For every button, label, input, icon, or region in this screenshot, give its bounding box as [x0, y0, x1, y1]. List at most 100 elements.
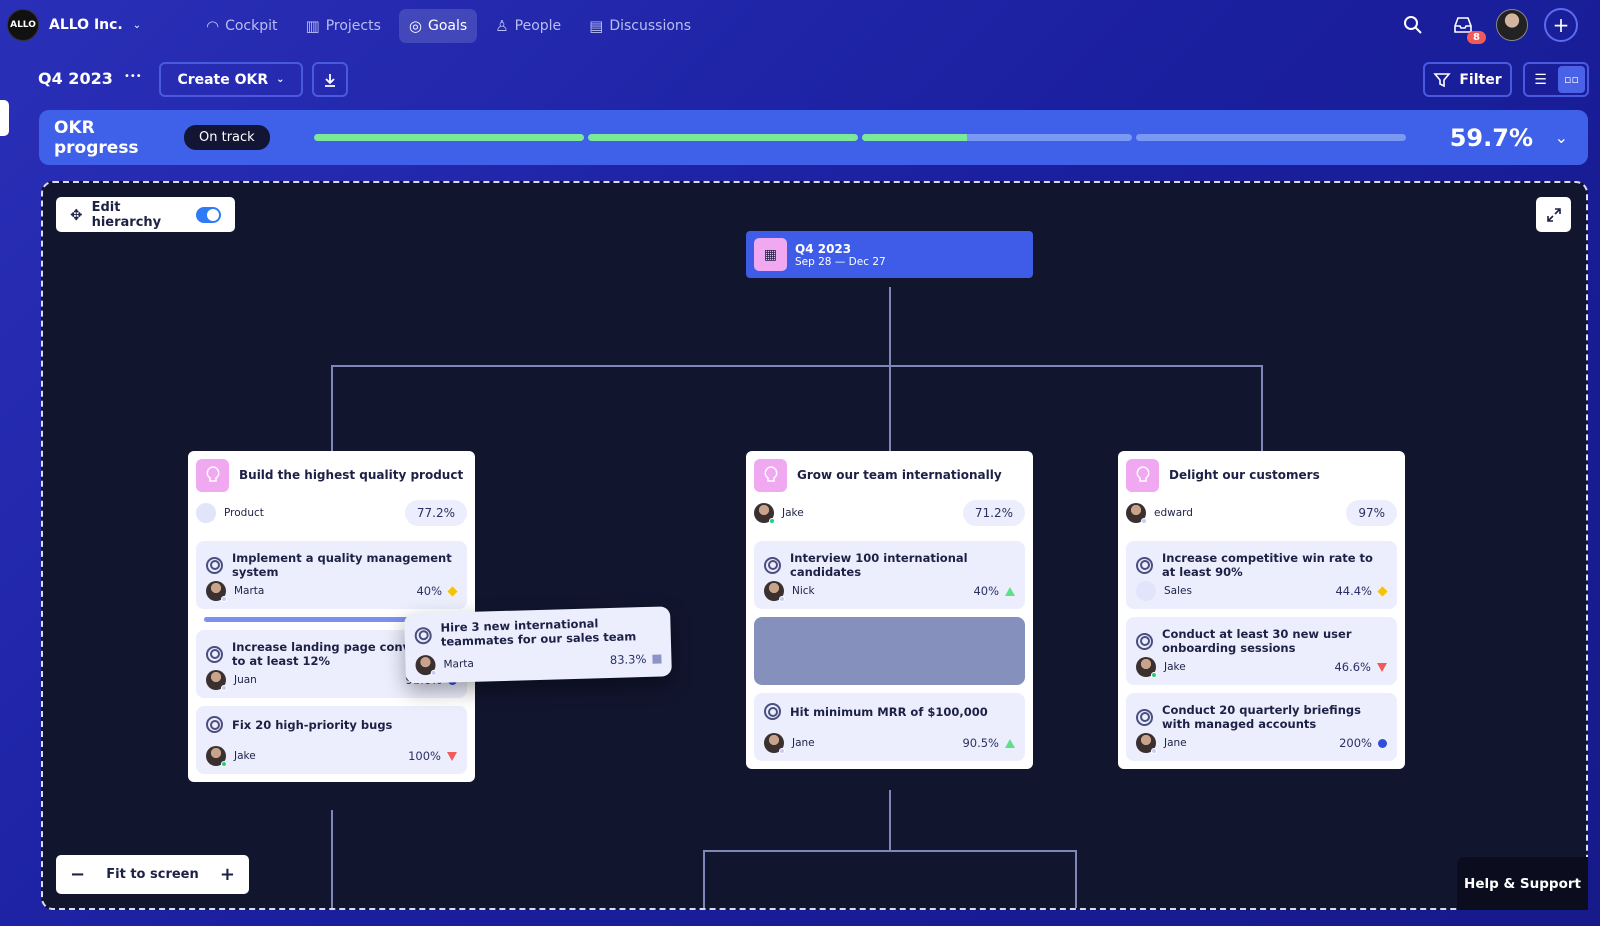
- main-nav: ◠ Cockpit ▥ Projects ◎ Goals ♙ People ▤ Discussio…: [196, 8, 709, 44]
- zoom-out-button[interactable]: −: [70, 864, 85, 885]
- avatar: [1136, 733, 1157, 754]
- avatar: [1136, 657, 1157, 678]
- kr-percent: 40%: [973, 584, 999, 598]
- okr-progress-label: OKR progress: [54, 117, 139, 158]
- okr-progress-bar[interactable]: OKR progress On track 59.7% ⌄: [39, 110, 1588, 165]
- dragged-key-result[interactable]: Hire 3 new international teammates for o…: [404, 606, 672, 684]
- avatar: [415, 654, 437, 677]
- kr-percent: 44.4%: [1335, 584, 1372, 598]
- kr-owner: Marta: [234, 585, 265, 597]
- avatar: [206, 670, 227, 691]
- nav-label: People: [514, 18, 562, 34]
- gauge-icon: ◠: [206, 17, 220, 35]
- objective-percent: 71.2%: [962, 500, 1025, 526]
- kr-title: Interview 100 international candidates: [790, 551, 968, 579]
- period-title: Q4 2023: [38, 69, 113, 88]
- kr-title: Increase competitive win rate to at leas…: [1162, 551, 1373, 579]
- key-result[interactable]: Conduct at least 30 new user onboarding …: [1126, 617, 1397, 685]
- edit-hierarchy-toggle[interactable]: [196, 206, 221, 223]
- chevron-down-icon: ⌄: [276, 74, 285, 85]
- target-icon: [764, 703, 781, 720]
- objective-owner: edward: [1154, 507, 1193, 519]
- create-okr-label: Create OKR: [177, 71, 269, 88]
- status-triangle-down-icon: [447, 751, 457, 761]
- tree-view-icon[interactable]: ▫▫: [1558, 66, 1585, 93]
- filter-label: Filter: [1459, 71, 1502, 88]
- org-switcher[interactable]: ALLO ALLO Inc. ⌄: [7, 9, 141, 41]
- kr-owner: Nick: [792, 585, 815, 597]
- root-period-node[interactable]: ▦ Q4 2023 Sep 28 — Dec 27: [746, 231, 1033, 278]
- filter-icon: [1433, 72, 1452, 87]
- kr-percent: 46.6%: [1334, 660, 1371, 674]
- calendar-icon: ▦: [754, 238, 787, 271]
- key-result[interactable]: Hit minimum MRR of $100,000 Jane 90.5%: [754, 693, 1025, 761]
- team-icon: [1136, 581, 1156, 601]
- zoom-controls: − Fit to screen +: [56, 855, 249, 894]
- org-logo: ALLO: [7, 9, 39, 41]
- key-result[interactable]: Fix 20 high-priority bugs Jake 100%: [196, 706, 467, 774]
- download-button[interactable]: [312, 62, 348, 97]
- key-result[interactable]: Conduct 20 quarterly briefings with mana…: [1126, 693, 1397, 761]
- target-icon: [764, 556, 781, 574]
- status-square-icon: [652, 654, 662, 664]
- key-result[interactable]: Interview 100 international candidates N…: [754, 541, 1025, 609]
- objective-title: Grow our team internationally: [797, 468, 1002, 482]
- kr-percent: 200%: [1339, 736, 1372, 750]
- objective-card[interactable]: Delight our customers edward 97% Increase …: [1118, 451, 1405, 769]
- key-result[interactable]: Implement a quality management system Ma…: [196, 541, 467, 609]
- progress-segment: [314, 134, 584, 141]
- avatar: [764, 581, 785, 602]
- target-icon: [1136, 632, 1153, 650]
- avatar: [206, 746, 227, 767]
- edit-hierarchy-control: ✥ Edit hierarchy: [56, 197, 235, 232]
- kr-percent: 100%: [408, 749, 441, 763]
- status-badge: On track: [184, 125, 270, 150]
- discussion-icon: ▤: [589, 17, 604, 35]
- sidebar-toggle[interactable]: [0, 100, 9, 136]
- avatar: [206, 581, 227, 602]
- fit-to-screen-button[interactable]: Fit to screen: [106, 867, 199, 882]
- more-options-button[interactable]: •••: [124, 71, 142, 82]
- kr-title: Fix 20 high-priority bugs: [232, 717, 393, 732]
- nav-label: Discussions: [609, 18, 692, 34]
- nav-goals[interactable]: ◎ Goals: [398, 9, 478, 43]
- zoom-in-button[interactable]: +: [220, 864, 235, 885]
- create-okr-button[interactable]: Create OKR ⌄: [159, 62, 303, 97]
- status-triangle-up-icon: [1005, 586, 1015, 596]
- kr-title: Conduct 20 quarterly briefings with mana…: [1162, 703, 1361, 731]
- avatar: [764, 733, 785, 754]
- nav-label: Projects: [325, 18, 381, 34]
- kr-owner: Jake: [234, 750, 256, 762]
- chevron-down-icon[interactable]: ⌄: [1555, 128, 1568, 147]
- kr-title: Hit minimum MRR of $100,000: [790, 704, 988, 719]
- inbox-icon[interactable]: 8: [1446, 8, 1486, 44]
- filter-button[interactable]: Filter: [1423, 62, 1512, 97]
- list-view-icon[interactable]: ☰: [1527, 66, 1554, 93]
- target-icon: [206, 556, 223, 574]
- fullscreen-button[interactable]: [1536, 197, 1571, 232]
- edit-hierarchy-label: Edit hierarchy: [91, 199, 162, 230]
- org-name: ALLO Inc.: [49, 17, 123, 33]
- target-icon: [1136, 556, 1153, 574]
- search-icon[interactable]: [1396, 8, 1430, 42]
- objective-card[interactable]: Grow our team internationally Jake 71.2% I…: [746, 451, 1033, 769]
- avatar: [754, 503, 775, 524]
- view-switcher: ☰ ▫▫: [1523, 62, 1589, 97]
- target-icon: [206, 645, 223, 663]
- kr-percent: 40%: [416, 584, 442, 598]
- kr-title: Hire 3 new international teammates for o…: [440, 616, 637, 649]
- avatar: [1126, 503, 1147, 524]
- status-triangle-down-icon: [1377, 662, 1387, 672]
- nav-projects[interactable]: ▥ Projects: [296, 9, 391, 43]
- kr-owner: Sales: [1164, 585, 1192, 597]
- kr-percent: 83.3%: [609, 651, 647, 667]
- add-button[interactable]: +: [1544, 8, 1578, 42]
- help-support-button[interactable]: Help & Support: [1457, 857, 1588, 910]
- person-icon: ♙: [495, 17, 509, 35]
- nav-people[interactable]: ♙ People: [485, 9, 571, 43]
- nav-discussions[interactable]: ▤ Discussions: [579, 9, 701, 43]
- user-avatar[interactable]: [1496, 9, 1528, 41]
- target-icon: [414, 626, 432, 644]
- key-result[interactable]: Increase competitive win rate to at leas…: [1126, 541, 1397, 609]
- nav-cockpit[interactable]: ◠ Cockpit: [196, 9, 288, 43]
